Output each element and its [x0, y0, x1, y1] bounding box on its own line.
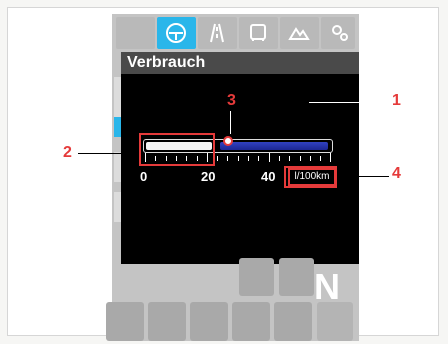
scale-label-20: 20	[201, 169, 216, 184]
scale-tick	[320, 156, 322, 161]
tab-settings[interactable]	[321, 17, 355, 49]
callout-4: 4	[392, 165, 401, 182]
callout-line-1	[309, 102, 389, 103]
status-slot	[279, 258, 314, 296]
road-icon	[210, 23, 224, 43]
consumption-range	[220, 142, 328, 150]
callout-2: 2	[63, 144, 72, 161]
consumption-marker	[223, 136, 233, 146]
tab-bus[interactable]	[239, 17, 278, 49]
scale-tick	[227, 156, 229, 161]
status-slot	[148, 302, 186, 341]
tab-terrain[interactable]	[280, 17, 319, 49]
status-slot	[232, 302, 270, 341]
status-slot	[106, 302, 144, 341]
highlight-box-2	[139, 133, 215, 166]
status-slot	[274, 302, 312, 341]
highlight-box-4	[284, 166, 337, 188]
scale-tick	[309, 156, 311, 161]
callout-line-2	[78, 153, 139, 154]
steering-wheel-icon	[166, 23, 186, 43]
callout-1: 1	[392, 92, 401, 109]
scale-label-0: 0	[140, 169, 148, 184]
tab-road[interactable]	[198, 17, 237, 49]
callout-line-4	[336, 176, 389, 177]
status-slot	[239, 258, 274, 296]
tab-bar	[112, 14, 359, 52]
scale-tick	[258, 156, 260, 161]
scale-label-40: 40	[261, 169, 276, 184]
settings-gears-icon	[332, 25, 348, 41]
scale-tick	[289, 156, 291, 161]
tab-steering[interactable]	[157, 17, 196, 49]
bus-icon	[250, 24, 266, 41]
page-title: Verbrauch	[121, 52, 359, 74]
callout-line-3	[230, 111, 231, 134]
scale-tick	[299, 156, 301, 161]
bottom-status-area: N	[106, 258, 359, 341]
mountain-car-icon	[288, 27, 310, 40]
grid-icon	[317, 302, 353, 341]
callout-3: 3	[227, 92, 236, 109]
scale-tick	[217, 156, 219, 161]
scale-tick	[268, 153, 270, 162]
scale-tick	[278, 156, 280, 161]
status-slot	[190, 302, 228, 341]
scale-tick	[237, 156, 239, 161]
scale-tick	[330, 153, 332, 162]
scale-tick	[248, 156, 249, 161]
tab-blank	[116, 17, 155, 49]
